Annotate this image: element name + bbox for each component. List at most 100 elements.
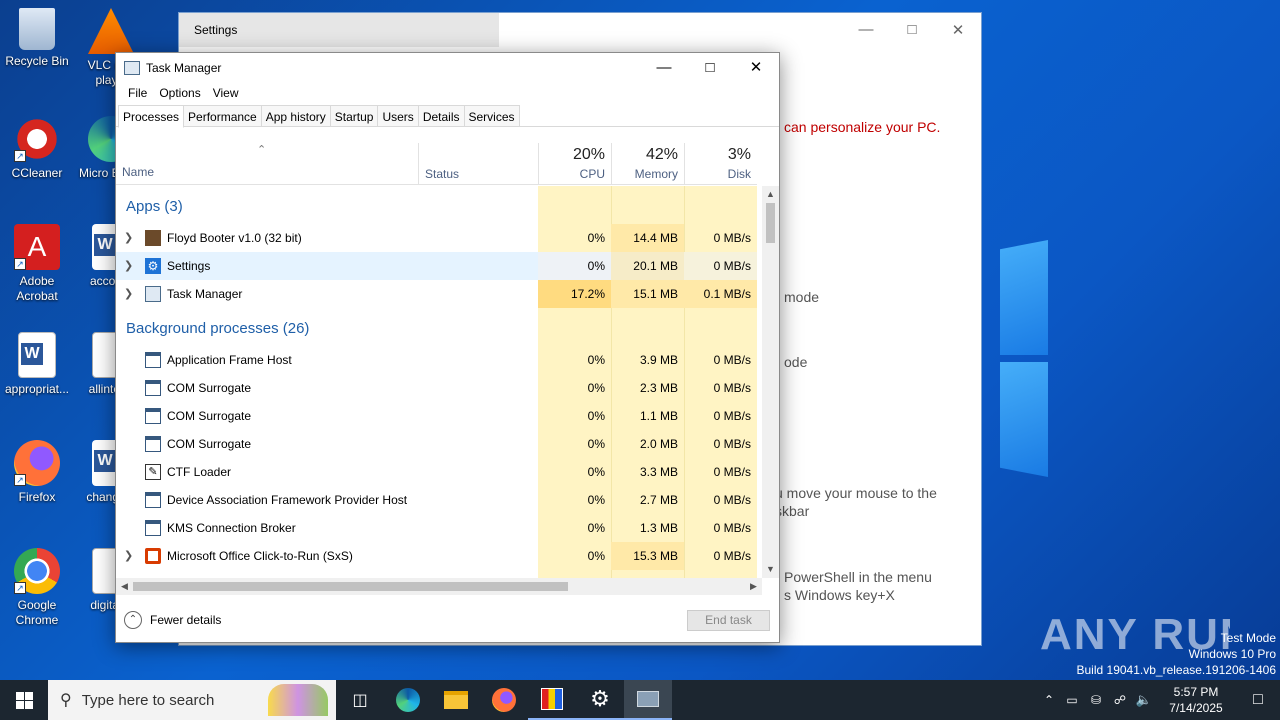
expand-chevron-icon[interactable]: ❯ [124,542,133,570]
process-cpu: 0% [587,381,605,395]
window-process-icon [145,408,161,424]
table-row[interactable]: ✎ CTF Loader 0% 3.3 MB 0 MB/s [116,458,757,486]
search-placeholder: Type here to search [81,691,215,709]
expand-chevron-icon[interactable]: ❯ [124,224,133,252]
desktop-icon-firefox[interactable]: ↗ Firefox [0,440,74,505]
sort-arrow-icon: ⌃ [257,144,267,156]
table-row[interactable]: COM Surrogate 0% 2.0 MB 0 MB/s [116,430,757,458]
taskbar-floyd-booter[interactable] [528,680,576,720]
table-row[interactable]: ❯ Floyd Booter v1.0 (32 bit) 0% 14.4 MB … [116,224,757,252]
fewer-details-button[interactable]: ⌃ Fewer details [124,611,221,629]
maximize-icon[interactable]: □ [889,21,935,39]
process-memory: 3.3 MB [639,465,678,479]
task-manager-window[interactable]: Task Manager — □ ✕ File Options View Pro… [115,52,780,643]
scroll-up-icon[interactable]: ▲ [762,186,779,203]
scroll-right-icon[interactable]: ▶ [745,578,762,595]
column-header-disk[interactable]: 3% Disk [684,143,757,185]
network-drive-icon[interactable]: ⛁ [1084,693,1108,707]
settings-titlebar[interactable]: Settings — □ ✕ [179,13,981,47]
group-apps[interactable]: Apps (3) [126,198,183,215]
expand-chevron-icon[interactable]: ❯ [124,252,133,280]
tab-processes[interactable]: Processes [118,105,185,128]
process-memory: 3.9 MB [639,353,678,367]
close-icon[interactable]: ✕ [733,53,779,83]
taskbar-edge[interactable] [384,680,432,720]
group-background-processes[interactable]: Background processes (26) [126,320,309,337]
process-name: Settings [167,259,211,273]
table-row-selected[interactable]: ❯ ⚙ Settings 0% 20.1 MB 0 MB/s [116,252,757,280]
taskbar-settings[interactable]: ⚙ [576,680,624,720]
expand-chevron-icon[interactable]: ❯ [124,280,133,308]
scroll-left-icon[interactable]: ◀ [116,578,133,595]
task-manager-titlebar[interactable]: Task Manager — □ ✕ [116,53,779,83]
process-cpu: 0% [587,231,605,245]
taskbar-task-manager[interactable] [624,680,672,720]
notification-icon[interactable]: □ [1236,691,1280,709]
taskbar-firefox[interactable] [480,680,528,720]
menu-options[interactable]: Options [153,83,206,103]
end-task-button[interactable]: End task [687,610,770,631]
column-header-memory[interactable]: 42% Memory [611,143,684,185]
vertical-scroll-thumb[interactable] [766,203,775,243]
minimize-icon[interactable]: — [843,21,889,39]
table-row[interactable]: COM Surrogate 0% 2.3 MB 0 MB/s [116,374,757,402]
settings-text-powershell: PowerShell in the menu [784,569,932,585]
menu-view[interactable]: View [207,83,245,103]
test-mode-watermark: Test Mode Windows 10 Pro Build 19041.vb_… [1077,630,1277,678]
column-header-cpu[interactable]: 20% CPU [538,143,611,185]
chevron-up-icon[interactable]: ⌃ [1038,693,1060,707]
table-row[interactable]: KMS Connection Broker 0% 1.3 MB 0 MB/s [116,514,757,542]
tab-app-history[interactable]: App history [260,105,331,126]
tab-performance[interactable]: Performance [183,105,262,126]
process-cpu: 17.2% [538,280,611,308]
taskbar-file-explorer[interactable] [432,680,480,720]
task-view-icon: ◫ [352,692,368,709]
menu-file[interactable]: File [122,83,153,103]
desktop-icon-google-chrome[interactable]: ↗ Google Chrome [0,548,74,628]
column-header-status[interactable]: Status [418,143,538,185]
desktop-icon-recycle-bin[interactable]: Recycle Bin [0,8,74,69]
column-header-name[interactable]: Name [122,165,154,179]
table-row[interactable]: ❯ Microsoft Office Click-to-Run (SxS) 0%… [116,542,757,570]
table-row[interactable]: ❯ Task Manager 17.2% 15.1 MB 0.1 MB/s [116,280,757,308]
tab-details[interactable]: Details [417,105,465,126]
desktop-icon-ccleaner[interactable]: ↗ CCleaner [0,116,74,181]
process-disk: 0 MB/s [713,465,751,479]
watermark-line2: Windows 10 Pro [1188,647,1276,661]
start-button[interactable] [0,680,48,720]
windows-logo-wallpaper [1000,240,1048,480]
search-icon: ⚲ [60,692,72,709]
vlc-icon [88,8,134,54]
desktop-icon-label: Recycle Bin [5,54,69,68]
settings-personalize-text: can personalize your PC. [784,119,941,135]
vertical-scrollbar[interactable]: ▲ ▼ [762,186,779,578]
horizontal-scrollbar[interactable]: ◀ ▶ [116,578,762,595]
minimize-icon[interactable]: — [641,53,687,83]
desktop-icon-adobe-acrobat[interactable]: A ↗ Adobe Acrobat [0,224,74,304]
maximize-icon[interactable]: □ [687,53,733,83]
window-process-icon [145,352,161,368]
horizontal-scroll-thumb[interactable] [133,582,568,591]
tablet-icon[interactable]: ▭ [1060,693,1084,707]
task-manager-icon [124,61,140,75]
table-row[interactable]: Device Association Framework Provider Ho… [116,486,757,514]
tab-services[interactable]: Services [463,105,520,126]
task-view-button[interactable]: ◫ [336,680,384,720]
chevron-up-circle-icon: ⌃ [124,611,142,629]
disk-total-percent: 3% [727,146,751,163]
volume-icon[interactable]: 🔈 [1132,692,1156,708]
process-name: Device Association Framework Provider Ho… [167,493,408,507]
desktop-icon-appropriat[interactable]: W appropriat... [0,332,74,397]
tab-startup[interactable]: Startup [329,105,379,126]
process-memory: 1.1 MB [639,409,678,423]
table-row[interactable]: Application Frame Host 0% 3.9 MB 0 MB/s [116,346,757,374]
scroll-down-icon[interactable]: ▼ [762,561,779,578]
network-icon[interactable]: ☍ [1108,693,1132,707]
taskbar-search-box[interactable]: ⚲ Type here to search [48,680,336,720]
task-manager-icon [637,691,659,707]
clock[interactable]: 5:57 PM 7/14/2025 [1156,684,1236,716]
table-row[interactable]: COM Surrogate 0% 1.1 MB 0 MB/s [116,402,757,430]
tab-users[interactable]: Users [377,105,419,126]
taskbar: ⚲ Type here to search ◫ ⚙ ⌃ ▭ ⛁ ☍ 🔈 5:57… [0,680,1280,720]
close-icon[interactable]: ✕ [935,21,981,39]
